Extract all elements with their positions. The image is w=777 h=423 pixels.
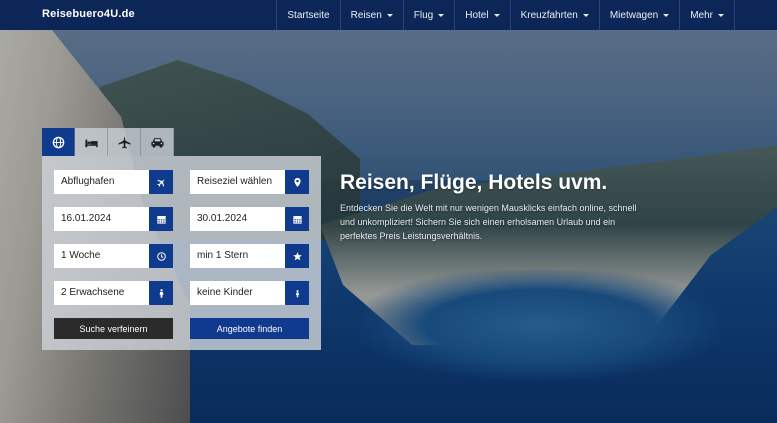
nav-label: Flug bbox=[413, 9, 434, 21]
duration-button[interactable] bbox=[149, 244, 173, 268]
caret-down-icon bbox=[386, 13, 393, 17]
clock-icon bbox=[156, 251, 166, 261]
stars-field[interactable]: min 1 Stern bbox=[190, 244, 309, 268]
date-from-value: 16.01.2024 bbox=[61, 213, 112, 224]
duration-field[interactable]: 1 Woche bbox=[54, 244, 173, 268]
nav-mehr[interactable]: Mehr bbox=[679, 0, 735, 30]
date-from-button[interactable] bbox=[149, 207, 173, 231]
nav-kreuzfahrten[interactable]: Kreuzfahrten bbox=[509, 0, 599, 30]
main-nav: Startseite Reisen Flug Hotel Kreuzfahrte… bbox=[276, 0, 735, 30]
nav-label: Hotel bbox=[465, 9, 489, 21]
stars-value: min 1 Stern bbox=[197, 250, 249, 261]
nav-flug[interactable]: Flug bbox=[402, 0, 454, 30]
calendar-icon bbox=[292, 215, 302, 224]
adults-value: 2 Erwachsene bbox=[61, 287, 125, 298]
nav-reisen[interactable]: Reisen bbox=[339, 0, 403, 30]
navbar: Reisebuero4U.de Startseite Reisen Flug H… bbox=[0, 0, 777, 30]
nav-label: Mietwagen bbox=[609, 9, 659, 21]
caret-down-icon bbox=[493, 13, 500, 17]
map-marker-icon bbox=[293, 177, 301, 187]
duration-value: 1 Woche bbox=[61, 250, 101, 261]
destination-field[interactable]: Reiseziel wählen bbox=[190, 170, 309, 194]
nav-label: Startseite bbox=[287, 9, 330, 21]
star-icon bbox=[292, 251, 302, 260]
car-icon bbox=[150, 137, 164, 148]
child-icon bbox=[295, 289, 299, 297]
nav-mietwagen[interactable]: Mietwagen bbox=[598, 0, 679, 30]
hero-headline: Reisen, Flüge, Hotels uvm. bbox=[340, 171, 608, 194]
brand-logo[interactable]: Reisebuero4U.de bbox=[42, 8, 135, 20]
date-to-button[interactable] bbox=[285, 207, 309, 231]
destination-value: Reiseziel wählen bbox=[197, 176, 273, 187]
hero-lead: Entdecken Sie die Welt mit nur wenigen M… bbox=[340, 203, 637, 241]
caret-down-icon bbox=[582, 13, 589, 17]
adults-button[interactable] bbox=[149, 281, 173, 305]
plane-icon bbox=[156, 178, 165, 187]
departure-value: Abflughafen bbox=[61, 176, 115, 187]
nav-startseite[interactable]: Startseite bbox=[276, 0, 339, 30]
destination-button[interactable] bbox=[285, 170, 309, 194]
person-icon bbox=[159, 288, 163, 298]
nav-label: Mehr bbox=[690, 9, 713, 21]
nav-label: Reisen bbox=[350, 9, 382, 21]
caret-down-icon bbox=[663, 13, 670, 17]
children-value: keine Kinder bbox=[197, 287, 253, 298]
nav-hotel[interactable]: Hotel bbox=[454, 0, 509, 30]
departure-field[interactable]: Abflughafen bbox=[54, 170, 173, 194]
search-tabs bbox=[42, 128, 174, 156]
find-offers-button[interactable]: Angebote finden bbox=[190, 318, 309, 339]
plane-icon bbox=[117, 135, 131, 148]
calendar-icon bbox=[156, 215, 166, 224]
stars-button[interactable] bbox=[285, 244, 309, 268]
caret-down-icon bbox=[718, 13, 724, 17]
tab-mietwagen[interactable] bbox=[141, 128, 174, 156]
tab-flug[interactable] bbox=[108, 128, 141, 156]
date-to-field[interactable]: 30.01.2024 bbox=[190, 207, 309, 231]
bed-icon bbox=[84, 139, 98, 147]
adults-field[interactable]: 2 Erwachsene bbox=[54, 281, 173, 305]
children-button[interactable] bbox=[285, 281, 309, 305]
date-to-value: 30.01.2024 bbox=[197, 213, 248, 224]
search-panel: Abflughafen Reiseziel wählen 16.01.2024 … bbox=[42, 156, 321, 350]
caret-down-icon bbox=[438, 13, 445, 17]
children-field[interactable]: keine Kinder bbox=[190, 281, 309, 305]
departure-button[interactable] bbox=[149, 170, 173, 194]
globe-icon bbox=[52, 136, 64, 148]
refine-search-button[interactable]: Suche verfeinern bbox=[54, 318, 173, 339]
tab-pauschalreise[interactable] bbox=[42, 128, 75, 156]
date-from-field[interactable]: 16.01.2024 bbox=[54, 207, 173, 231]
nav-label: Kreuzfahrten bbox=[520, 9, 578, 21]
tab-hotel[interactable] bbox=[75, 128, 108, 156]
